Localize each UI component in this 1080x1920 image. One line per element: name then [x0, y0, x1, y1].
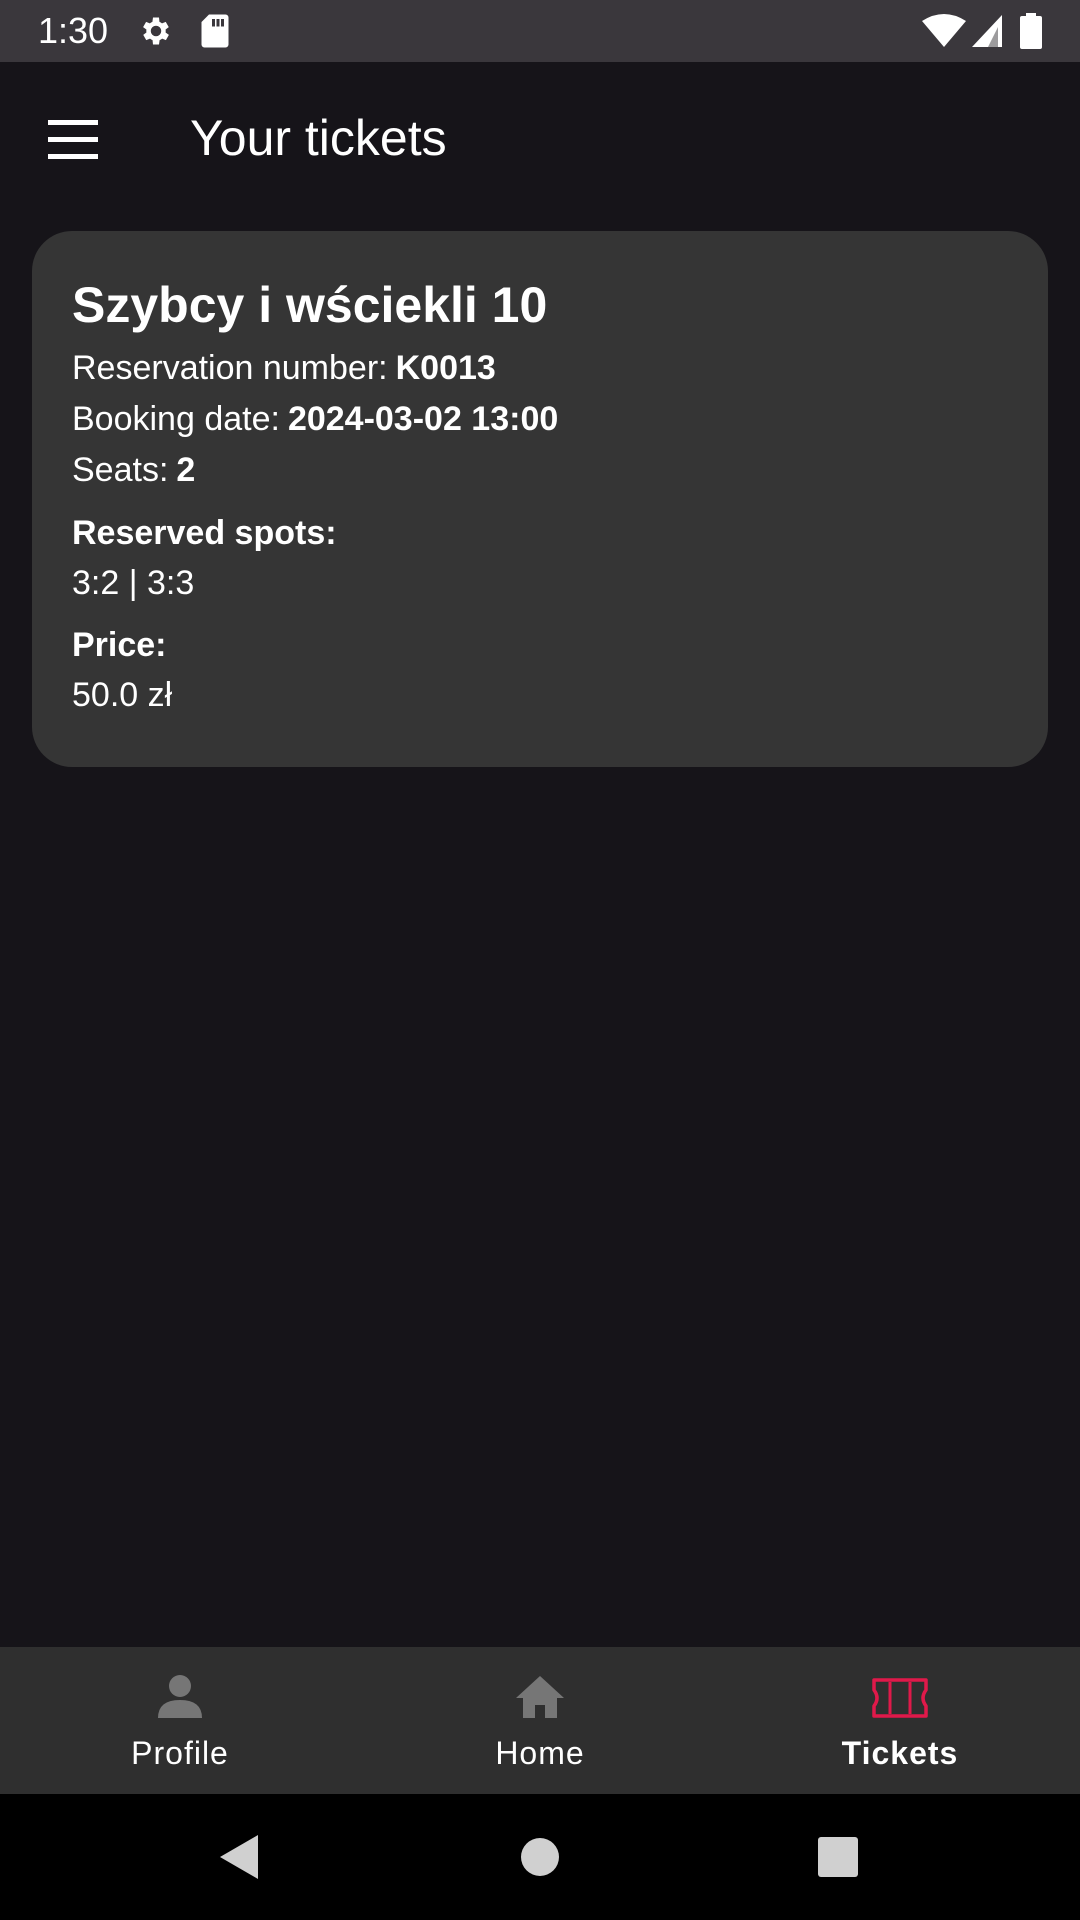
- ticket-card-content: Szybcy i wściekli 10 Reservation number:…: [72, 275, 1008, 720]
- booking-date-row: Booking date: 2024-03-02 13:00: [72, 394, 1008, 445]
- home-circle-icon[interactable]: [510, 1827, 570, 1887]
- seats-label: Seats:: [72, 451, 169, 489]
- tickets-screen: 1:30 Your tickets Szybcy i wściekli 10 R…: [0, 0, 1080, 1920]
- system-navigation-bar: [0, 1794, 1080, 1920]
- seats-value: 2: [176, 451, 196, 489]
- booking-date-label: Booking date:: [72, 400, 280, 438]
- nav-item-home[interactable]: Home: [360, 1647, 720, 1794]
- nav-label-tickets: Tickets: [841, 1735, 959, 1771]
- reservation-number-row: Reservation number: K0013: [72, 343, 1008, 394]
- wifi-icon: [922, 13, 966, 54]
- app-bar: Your tickets: [0, 62, 1080, 212]
- nav-label-home: Home: [495, 1735, 585, 1771]
- ticket-icon: [870, 1672, 930, 1724]
- home-icon: [510, 1672, 570, 1724]
- bottom-navigation: Profile Home Tickets: [0, 1647, 1080, 1794]
- movie-title: Szybcy i wściekli 10: [72, 277, 548, 333]
- reserved-spots-value: 3:2 | 3:3: [72, 564, 195, 602]
- price-label: Price:: [72, 626, 167, 664]
- signal-icon: [970, 13, 1002, 54]
- back-triangle-icon[interactable]: [208, 1827, 268, 1887]
- reservation-number-value: K0013: [395, 349, 496, 387]
- nav-item-tickets[interactable]: Tickets: [720, 1647, 1080, 1794]
- reservation-number-label: Reservation number:: [72, 349, 388, 387]
- person-icon: [150, 1672, 210, 1724]
- nav-label-profile: Profile: [131, 1735, 229, 1771]
- nav-item-profile[interactable]: Profile: [0, 1647, 360, 1794]
- ticket-card[interactable]: Szybcy i wściekli 10 Reservation number:…: [32, 231, 1048, 767]
- sd-card-icon: [200, 13, 230, 54]
- price-value: 50.0 zł: [72, 676, 173, 714]
- battery-icon: [1020, 13, 1042, 54]
- status-bar: 1:30: [0, 0, 1080, 62]
- booking-date-value: 2024-03-02 13:00: [287, 400, 559, 438]
- status-time: 1:30: [38, 10, 109, 51]
- reserved-spots-label: Reserved spots:: [72, 514, 337, 552]
- page-title: Your tickets: [190, 110, 447, 166]
- recents-square-icon[interactable]: [808, 1827, 868, 1887]
- hamburger-menu-icon[interactable]: [34, 102, 110, 178]
- gear-icon: [138, 13, 174, 54]
- seats-row: Seats: 2: [72, 445, 1008, 496]
